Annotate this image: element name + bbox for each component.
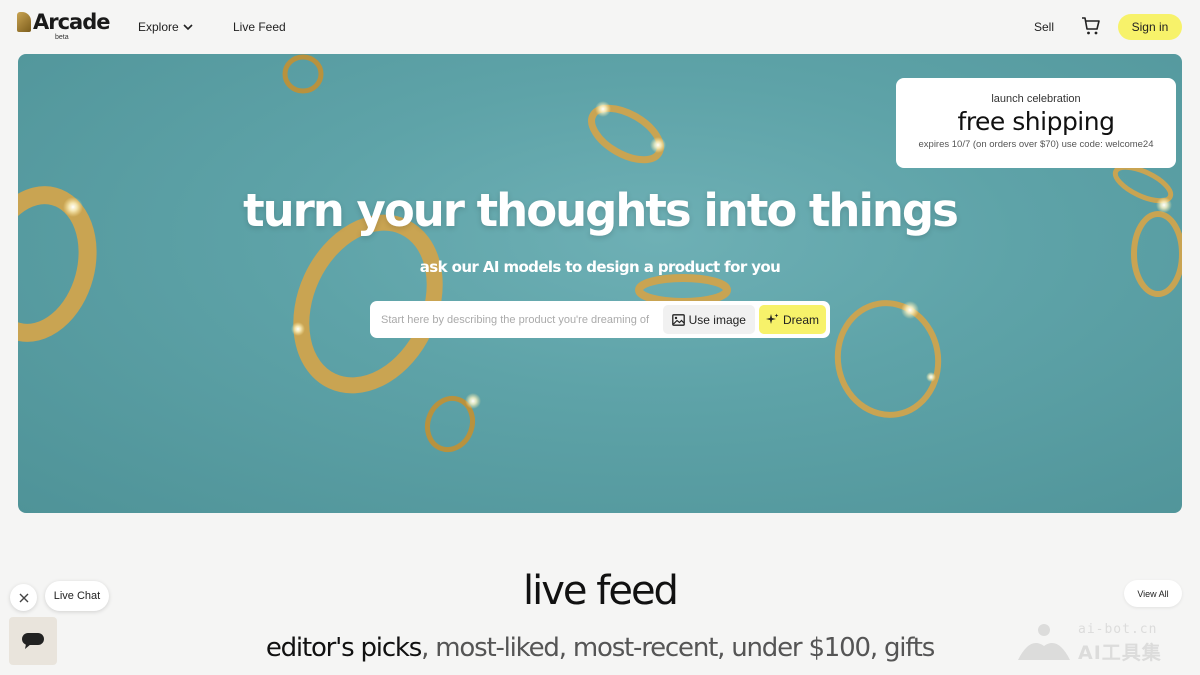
use-image-button[interactable]: Use image — [662, 305, 755, 334]
site-header: Arcade beta Explore Live Feed Sell Sign … — [0, 0, 1200, 54]
hero-banner: launch celebration free shipping expires… — [18, 54, 1182, 513]
tab-most-recent[interactable]: most-recent — [573, 633, 718, 663]
use-image-label: Use image — [688, 312, 746, 327]
watermark-logo-icon — [1018, 624, 1070, 660]
dream-label: Dream — [782, 312, 819, 327]
live-chat-button[interactable] — [9, 617, 57, 665]
tab-under-100[interactable]: under $100 — [731, 633, 871, 663]
dream-prompt-input[interactable] — [374, 305, 659, 334]
nav-explore[interactable]: Explore — [138, 20, 193, 34]
category-separator: , — [558, 633, 573, 663]
promo-banner[interactable]: launch celebration free shipping expires… — [896, 78, 1176, 168]
nav-live-feed[interactable]: Live Feed — [233, 20, 286, 34]
live-feed-title: live feed — [523, 568, 679, 614]
tab-most-liked[interactable]: most-liked — [435, 633, 560, 663]
promo-fine-print: expires 10/7 (on orders over $70) use co… — [918, 139, 1154, 150]
logo-mark-icon — [17, 12, 31, 32]
beta-badge: beta — [55, 34, 69, 41]
category-separator: , — [421, 633, 436, 663]
dream-button[interactable]: Dream — [758, 305, 826, 334]
chat-bubble-icon — [22, 633, 44, 649]
hero-subtitle: ask our AI models to design a product fo… — [419, 258, 781, 276]
tab-gifts[interactable]: gifts — [884, 633, 935, 663]
chat-close-button[interactable] — [10, 584, 37, 611]
category-separator: , — [869, 633, 884, 663]
watermark: ai-bot.cn AI工具集 — [1016, 620, 1186, 664]
nav-explore-label: Explore — [138, 20, 179, 34]
watermark-url: ai-bot.cn — [1078, 622, 1158, 637]
arcade-logo[interactable]: Arcade beta — [17, 10, 111, 41]
image-icon — [671, 313, 685, 326]
tab-editors-picks[interactable]: editor's picks — [266, 633, 423, 663]
view-all-button[interactable]: View All — [1124, 580, 1182, 607]
sparkles-icon — [765, 313, 779, 324]
live-chat-label[interactable]: Live Chat — [45, 581, 109, 611]
promo-headline: free shipping — [957, 107, 1115, 136]
sell-link[interactable]: Sell — [1034, 20, 1054, 34]
cart-icon[interactable] — [1081, 16, 1101, 36]
category-separator: , — [717, 633, 732, 663]
chevron-down-icon — [183, 23, 193, 30]
dream-search-bar: Use image Dream — [370, 301, 830, 338]
logo-text: Arcade — [33, 10, 111, 34]
sign-in-button[interactable]: Sign in — [1118, 14, 1182, 40]
watermark-name: AI工具集 — [1078, 642, 1162, 664]
close-icon — [19, 593, 28, 602]
promo-kicker: launch celebration — [991, 93, 1081, 105]
hero-title: turn your thoughts into things — [243, 184, 959, 237]
